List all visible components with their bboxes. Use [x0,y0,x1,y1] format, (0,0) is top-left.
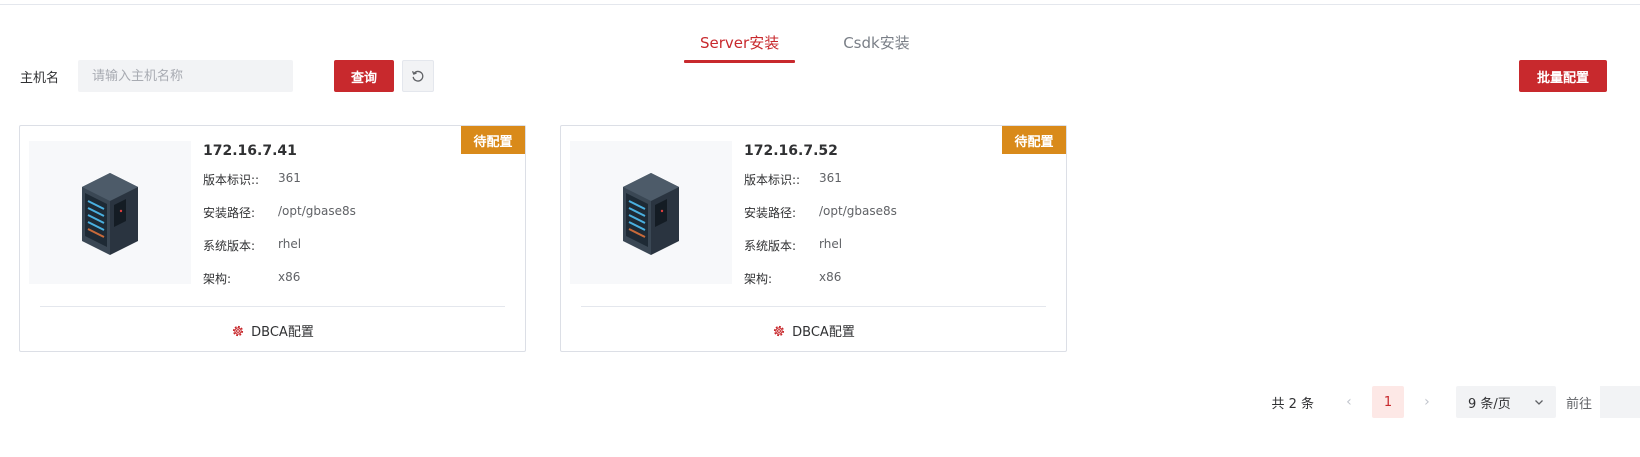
row-key: 系统版本: [744,239,797,253]
info-row-version: 版本标识:: 361 [744,171,842,188]
prev-page-button[interactable]: ‹ [1334,394,1364,410]
info-row-arch: 架构: x86 [744,270,841,287]
dbca-config-label: DBCA配置 [251,325,314,340]
hostname-label: 主机名 [20,71,60,86]
tab-server-install[interactable]: Server安装 [684,28,796,63]
row-value: x86 [819,270,842,284]
card-divider [40,306,505,307]
info-row-os: 系统版本: rhel [744,237,842,254]
dbca-config-button[interactable]: DBCA配置 [561,321,1066,340]
info-row-os: 系统版本: rhel [203,237,301,254]
server-rack-icon [82,172,138,255]
row-key: 架构: [203,272,232,286]
card-divider [581,306,1046,307]
goto-page-input[interactable] [1600,386,1640,418]
row-value: /opt/gbase8s [278,204,356,218]
row-key: 系统版本: [203,239,256,253]
dbca-config-label: DBCA配置 [792,325,855,340]
info-row-version: 版本标识:: 361 [203,171,301,188]
host-ip: 172.16.7.52 [744,143,838,159]
hostname-search-input[interactable] [78,60,293,92]
chevron-down-icon [1535,400,1543,405]
info-row-path: 安装路径: /opt/gbase8s [203,204,356,221]
dbca-config-button[interactable]: DBCA配置 [20,321,525,340]
page-size-select[interactable]: 9 条/页 [1455,386,1556,418]
host-ip: 172.16.7.41 [203,143,297,159]
row-value: rhel [819,237,843,251]
row-key: 版本标识:: [203,173,260,187]
pagination: 共 2 条 ‹ 1 › 9 条/页 前往 [1271,386,1640,418]
gear-icon [233,325,244,336]
query-button[interactable]: 查询 [334,60,394,92]
reset-button[interactable] [402,60,434,92]
chevron-left-icon: ‹ [1346,394,1352,410]
server-card: 待配置 172.16.7.41 版本标识:: 361 安装路径: /opt/gbas… [19,125,526,352]
row-value: x86 [278,270,301,284]
status-badge: 待配置 [461,126,525,154]
server-card: 待配置 172.16.7.52 版本标识:: 361 安装路径: /opt/gbas… [560,125,1067,352]
gear-icon [774,325,785,336]
refresh-icon [411,70,424,82]
info-row-arch: 架构: x86 [203,270,300,287]
row-key: 架构: [744,272,773,286]
next-page-button[interactable]: › [1412,394,1442,410]
server-image [29,141,191,284]
server-rack-icon [623,172,679,255]
page-size-value: 9 条/页 [1467,396,1511,412]
row-key: 安装路径: [203,206,256,220]
batch-config-button[interactable]: 批量配置 [1519,60,1607,92]
row-key: 安装路径: [744,206,797,220]
page-number[interactable]: 1 [1371,386,1404,418]
status-badge: 待配置 [1002,126,1066,154]
pagination-total: 共 2 条 [1271,396,1314,412]
row-value: rhel [278,237,302,251]
row-value: 361 [819,171,842,185]
chevron-right-icon: › [1424,394,1430,410]
row-key: 版本标识:: [744,173,801,187]
row-value: /opt/gbase8s [819,204,897,218]
info-row-path: 安装路径: /opt/gbase8s [744,204,897,221]
row-value: 361 [278,171,301,185]
tab-csdk-install[interactable]: Csdk安装 [827,28,926,63]
server-image [570,141,732,284]
goto-label: 前往 [1565,396,1592,412]
install-tabs: Server安装 Csdk安装 [684,28,926,63]
top-divider [0,4,1640,5]
